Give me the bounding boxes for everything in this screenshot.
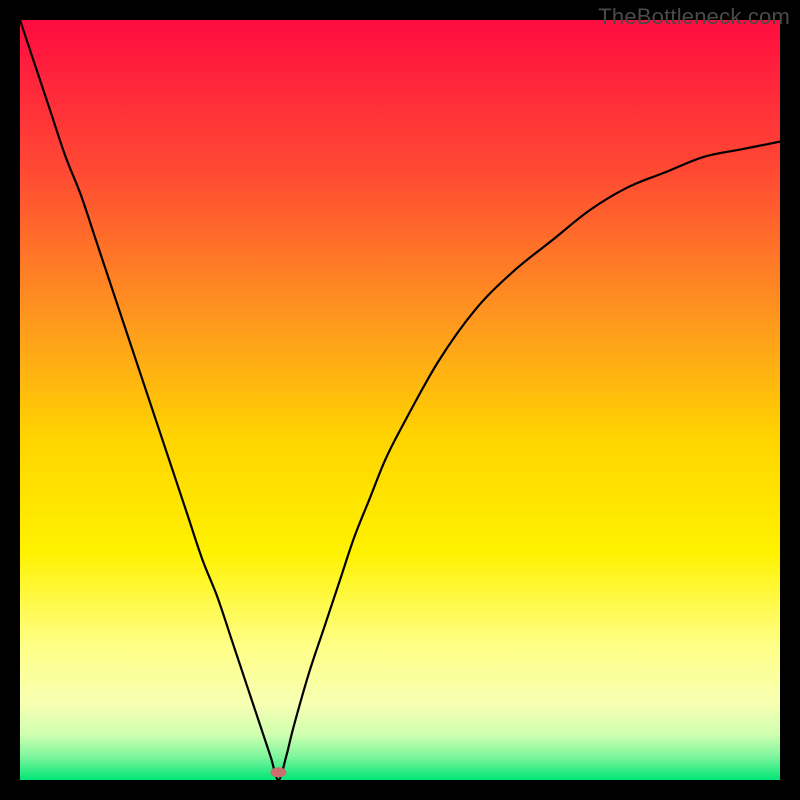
bottleneck-chart xyxy=(20,20,780,780)
min-point-marker xyxy=(270,767,286,777)
watermark-text: TheBottleneck.com xyxy=(598,4,790,30)
chart-frame: TheBottleneck.com xyxy=(0,0,800,800)
gradient-background xyxy=(20,20,780,780)
